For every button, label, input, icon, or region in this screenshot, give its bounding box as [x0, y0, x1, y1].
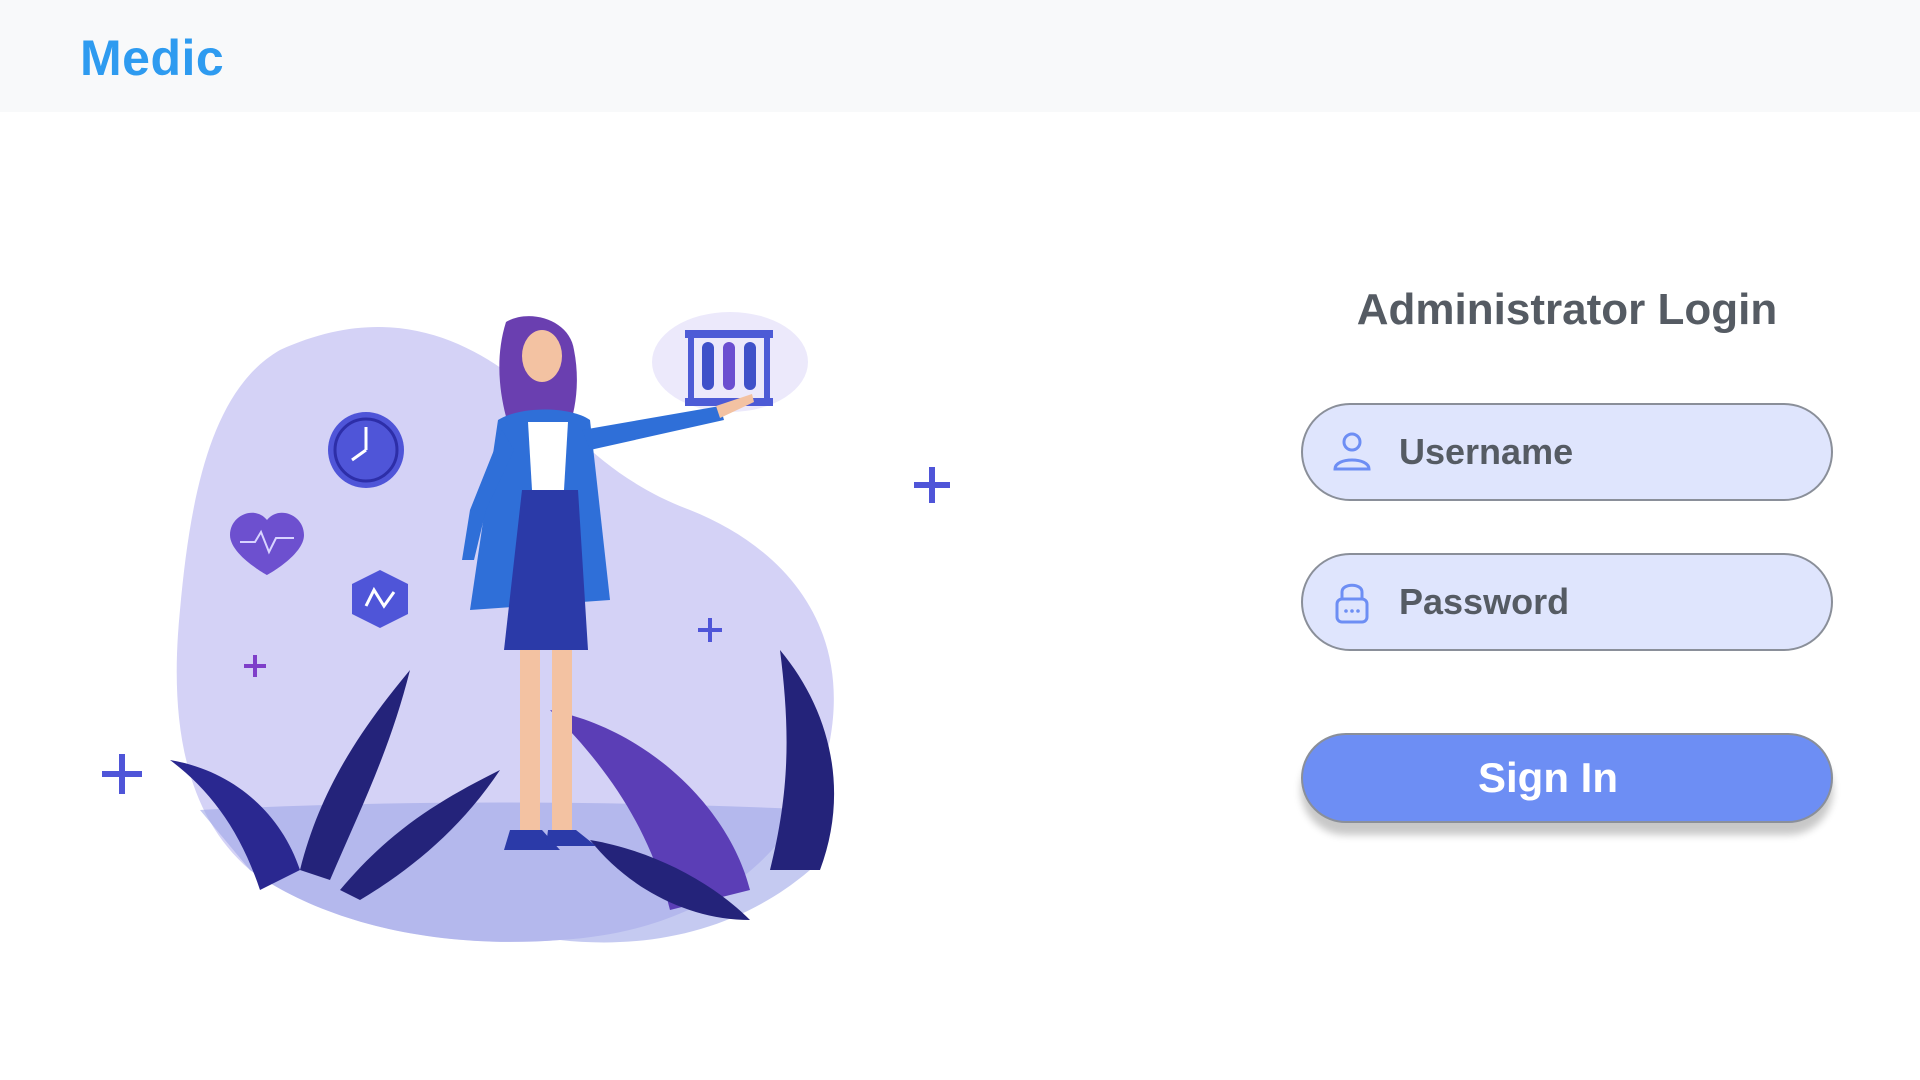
plus-decoration — [914, 467, 950, 503]
plus-decoration — [102, 754, 142, 794]
sign-in-button[interactable]: Sign In — [1301, 733, 1833, 823]
lock-icon — [1335, 583, 1369, 624]
username-input[interactable] — [1397, 422, 1817, 482]
clock-icon — [328, 412, 404, 488]
brand-logo[interactable]: Medic — [80, 28, 224, 88]
login-title: Administrator Login — [1356, 285, 1778, 334]
top-bar: Medic — [0, 0, 1920, 112]
user-icon — [1333, 432, 1371, 471]
password-field[interactable] — [1301, 553, 1833, 651]
password-input[interactable] — [1397, 572, 1817, 632]
username-field[interactable] — [1301, 403, 1833, 501]
doctor-illustration — [102, 312, 950, 943]
